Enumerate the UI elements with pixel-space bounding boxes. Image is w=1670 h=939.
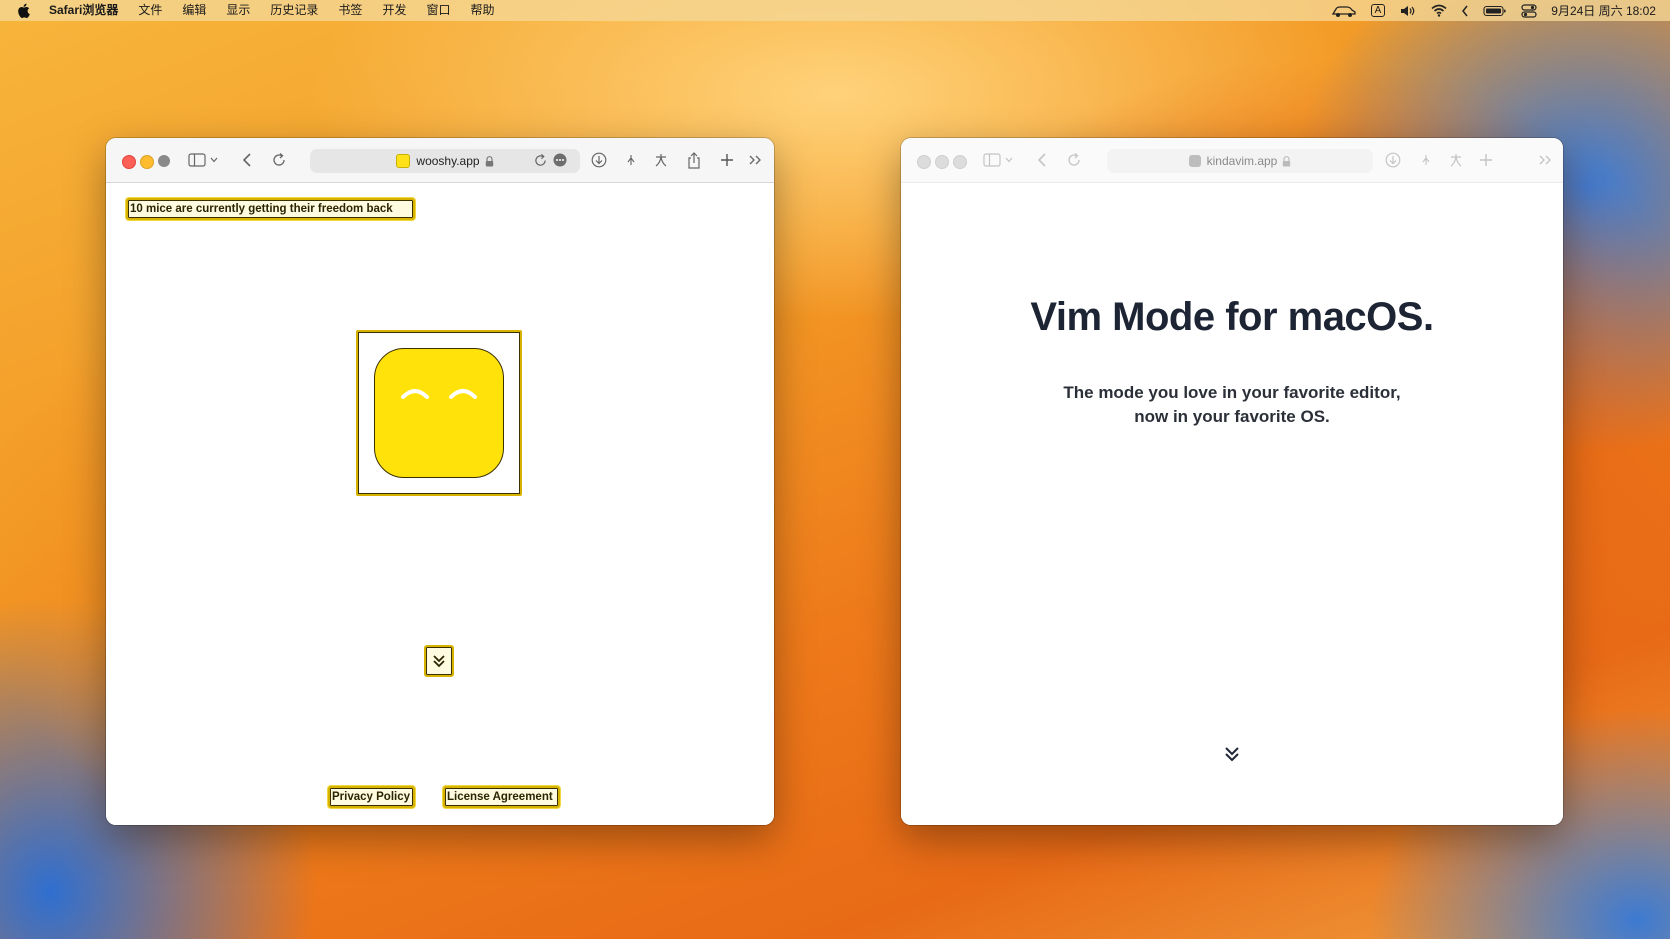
- menu-develop[interactable]: 开发: [372, 0, 416, 21]
- reload-page-icon[interactable]: [531, 151, 549, 169]
- license-agreement-link[interactable]: License Agreement: [443, 786, 560, 808]
- privacy-policy-link[interactable]: Privacy Policy: [328, 786, 415, 808]
- address-url: wooshy.app: [416, 154, 480, 168]
- extension-icon[interactable]: [622, 151, 640, 169]
- apple-icon[interactable]: [17, 3, 31, 18]
- wooshy-logo[interactable]: [356, 330, 522, 496]
- control-center-icon[interactable]: [1521, 0, 1537, 21]
- subtitle-line-2: now in your favorite OS.: [1134, 407, 1330, 426]
- minimize-window-button[interactable]: [935, 155, 949, 169]
- wifi-icon[interactable]: [1431, 0, 1447, 21]
- menu-edit[interactable]: 编辑: [172, 0, 216, 21]
- menu-view[interactable]: 显示: [216, 0, 260, 21]
- translate-icon[interactable]: [1447, 151, 1465, 169]
- browser-window-kindavim: kindavim.app Vim Mode for macOS. The mod…: [901, 138, 1563, 825]
- overflow-icon[interactable]: [1536, 151, 1554, 169]
- download-icon[interactable]: [1384, 151, 1402, 169]
- menu-window[interactable]: 窗口: [416, 0, 460, 21]
- battery-icon[interactable]: [1483, 0, 1507, 21]
- minimize-window-button[interactable]: [140, 155, 154, 169]
- page-headline: Vim Mode for macOS.: [1030, 295, 1434, 339]
- site-favicon: [396, 154, 411, 168]
- browser-window-wooshy: wooshy.app 10 mice are currently getting…: [106, 138, 774, 825]
- reload-icon[interactable]: [1065, 151, 1083, 169]
- zoom-window-button[interactable]: [158, 155, 170, 167]
- car-icon[interactable]: [1331, 0, 1357, 21]
- close-window-button[interactable]: [122, 155, 136, 169]
- translate-icon[interactable]: [652, 151, 670, 169]
- mice-count-banner[interactable]: 10 mice are currently getting their free…: [126, 198, 415, 220]
- page-subtitle: The mode you love in your favorite edito…: [901, 381, 1563, 429]
- page-content-kindavim: Vim Mode for macOS. The mode you love in…: [901, 183, 1563, 825]
- double-chevron-down-icon[interactable]: [1221, 743, 1243, 765]
- wooshy-face-icon: [374, 348, 504, 478]
- menu-history[interactable]: 历史记录: [260, 0, 328, 21]
- menu-bar: Safari浏览器 文件 编辑 显示 历史记录 书签 开发 窗口 帮助 A 9月…: [0, 0, 1670, 21]
- site-favicon: [1188, 155, 1201, 167]
- more-options-icon[interactable]: [551, 151, 569, 169]
- menu-help[interactable]: 帮助: [460, 0, 504, 21]
- browser-toolbar: wooshy.app: [106, 138, 774, 314]
- chevron-left-icon[interactable]: [1461, 0, 1469, 21]
- address-url: kindavim.app: [1206, 154, 1278, 168]
- menu-file[interactable]: 文件: [128, 0, 172, 21]
- overflow-icon[interactable]: [746, 151, 764, 169]
- back-icon[interactable]: [1033, 151, 1051, 169]
- chevron-down-icon[interactable]: [209, 151, 219, 169]
- page-content-wooshy: 10 mice are currently getting their free…: [106, 183, 774, 825]
- plus-icon[interactable]: [718, 151, 736, 169]
- menu-bookmarks[interactable]: 书签: [328, 0, 372, 21]
- menu-app-name[interactable]: Safari浏览器: [41, 0, 128, 21]
- clock[interactable]: 9月24日 周六 18:02: [1551, 2, 1656, 19]
- chevron-down-icon[interactable]: [1004, 151, 1014, 169]
- input-method-label: A: [1370, 4, 1386, 17]
- lock-icon: [1282, 155, 1291, 167]
- desktop: Safari浏览器 文件 编辑 显示 历史记录 书签 开发 窗口 帮助 A 9月…: [0, 0, 1670, 939]
- close-window-button[interactable]: [917, 155, 931, 169]
- download-icon[interactable]: [590, 151, 608, 169]
- lock-icon: [485, 155, 494, 167]
- extension-icon[interactable]: [1417, 151, 1435, 169]
- input-method-indicator[interactable]: A: [1370, 0, 1386, 21]
- back-icon[interactable]: [238, 151, 256, 169]
- sidebar-icon[interactable]: [983, 151, 1001, 169]
- address-bar[interactable]: kindavim.app: [1107, 149, 1373, 173]
- browser-toolbar-inactive: kindavim.app: [901, 138, 1563, 183]
- reload-icon[interactable]: [270, 151, 288, 169]
- double-chevron-down-icon[interactable]: [424, 645, 454, 677]
- volume-icon[interactable]: [1399, 0, 1417, 21]
- share-icon[interactable]: [685, 151, 703, 169]
- sidebar-icon[interactable]: [188, 151, 206, 169]
- subtitle-line-1: The mode you love in your favorite edito…: [1063, 383, 1401, 402]
- plus-icon[interactable]: [1477, 151, 1495, 169]
- zoom-window-button[interactable]: [953, 155, 967, 169]
